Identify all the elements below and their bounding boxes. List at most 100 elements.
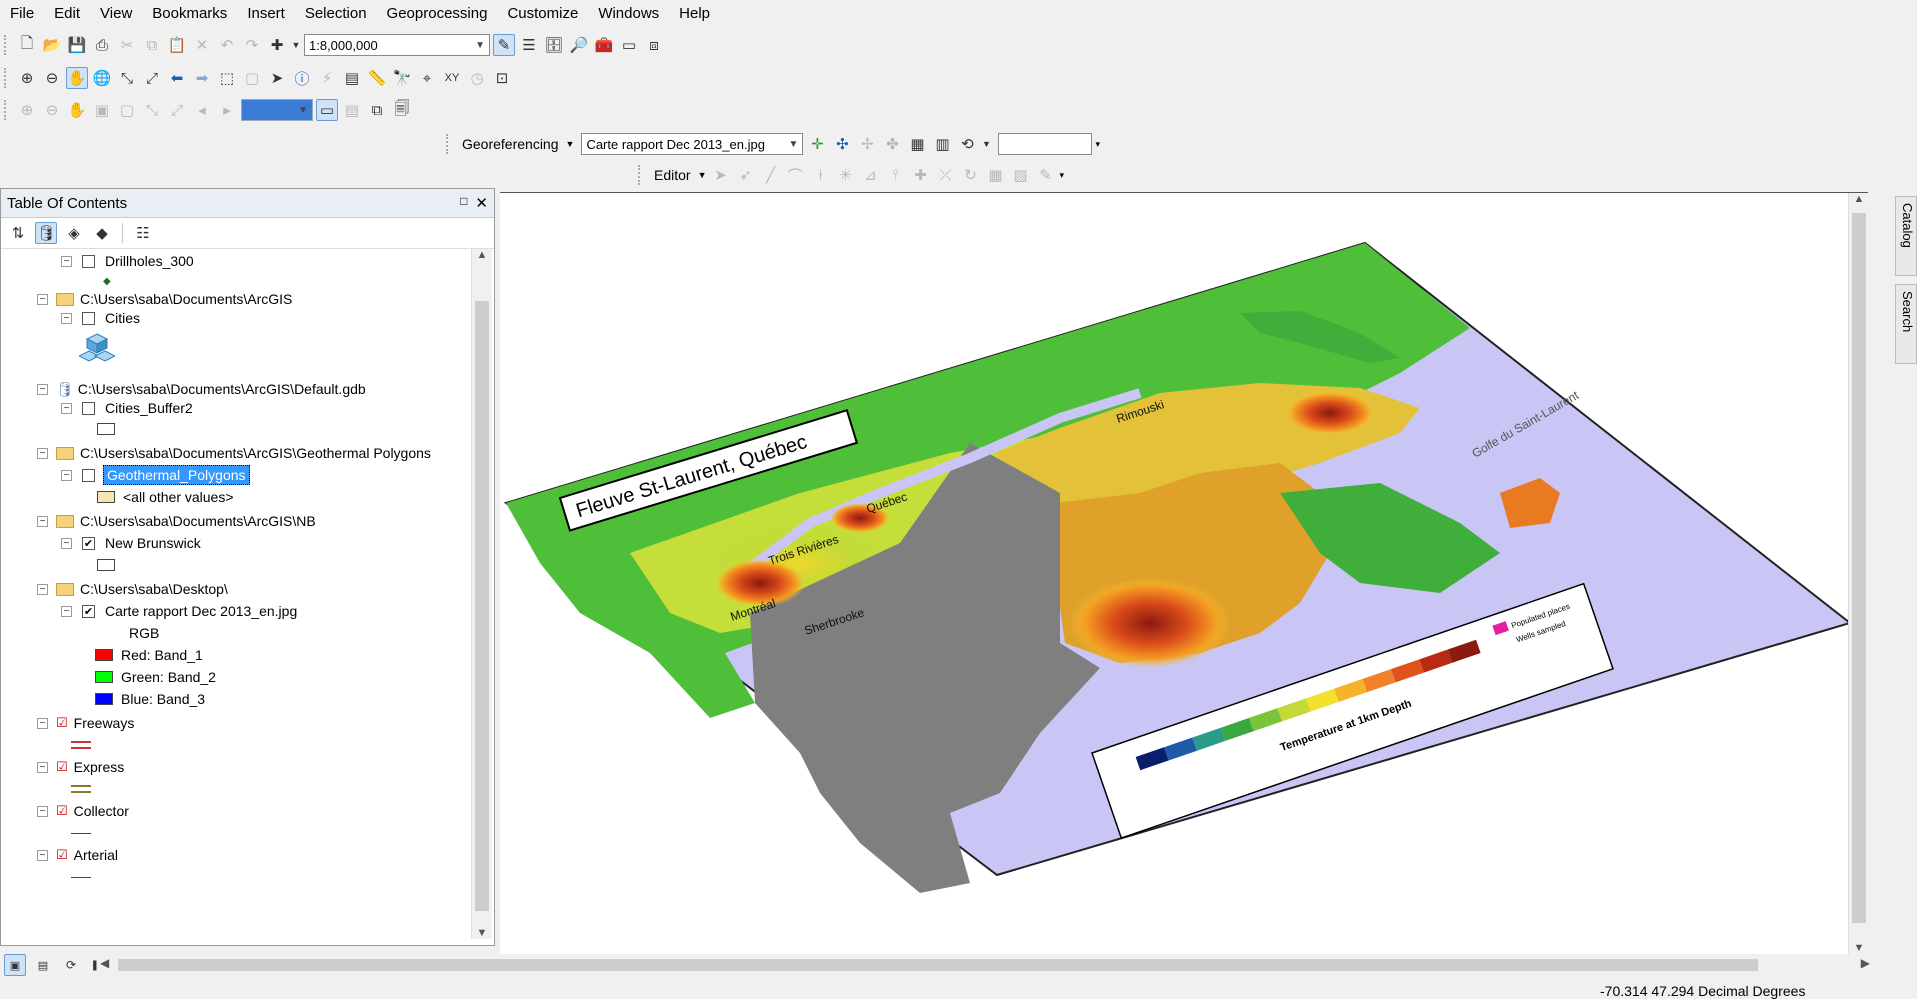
list-item[interactable]: − 🛢 C:\Users\saba\Documents\ArcGIS\Defau…: [37, 379, 366, 399]
html-popup-icon[interactable]: ▤: [341, 67, 363, 89]
redo-icon[interactable]: ↷: [241, 34, 263, 56]
data-view-icon[interactable]: ▣: [4, 954, 26, 976]
table-of-contents-icon[interactable]: ☰: [518, 34, 540, 56]
zoom-100-icon[interactable]: ▢: [116, 99, 138, 121]
list-by-selection-icon[interactable]: ◆: [91, 222, 113, 244]
map-scale-dropdown[interactable]: 1:8,000,000 ▼: [304, 34, 490, 56]
map-view[interactable]: Fleuve St-Laurent, Québec Rimouski Québe…: [500, 192, 1868, 954]
search-tab[interactable]: Search: [1895, 284, 1917, 364]
close-icon[interactable]: ✕: [475, 194, 488, 212]
data-driven-pages-icon[interactable]: 🗐: [391, 99, 413, 121]
edit-vertices-icon[interactable]: ⊿: [860, 164, 882, 186]
find-icon[interactable]: 🔭: [391, 67, 413, 89]
toc-vertical-scrollbar[interactable]: ▲ ▼: [471, 249, 492, 939]
split-icon[interactable]: ⤫: [935, 164, 957, 186]
trace-icon[interactable]: ⍿: [810, 164, 832, 186]
list-item[interactable]: − C:\Users\saba\Documents\ArcGIS: [37, 289, 292, 309]
layer-checkbox[interactable]: [82, 311, 95, 325]
arc-segment-icon[interactable]: ⌒: [785, 164, 807, 186]
menu-view[interactable]: View: [90, 0, 142, 28]
list-item[interactable]: − Cities: [61, 308, 140, 328]
collapse-icon[interactable]: −: [37, 515, 48, 527]
fixed-zoom-out-icon[interactable]: ⤢: [166, 99, 188, 121]
collapse-icon[interactable]: −: [37, 849, 48, 861]
list-item[interactable]: − Cities_Buffer2: [61, 398, 193, 418]
straight-segment-icon[interactable]: ╱: [760, 164, 782, 186]
python-window-icon[interactable]: ▭: [618, 34, 640, 56]
catalog-window-icon[interactable]: 🗄: [543, 34, 565, 56]
menu-insert[interactable]: Insert: [237, 0, 295, 28]
forward-arrow-icon[interactable]: ➡: [191, 67, 213, 89]
identify-icon[interactable]: ⓘ: [291, 67, 313, 89]
fixed-zoom-out-icon[interactable]: ⤢: [141, 67, 163, 89]
collapse-icon[interactable]: −: [37, 805, 48, 817]
layout-pan-icon[interactable]: ✋: [66, 99, 88, 121]
layout-zoom-out-icon[interactable]: ⊖: [41, 99, 63, 121]
collapse-icon[interactable]: −: [37, 761, 48, 773]
georef-layer-dropdown[interactable]: Carte rapport Dec 2013_en.jpg ▼: [581, 133, 804, 155]
select-elements-icon[interactable]: ➤: [266, 67, 288, 89]
collapse-icon[interactable]: −: [61, 537, 72, 549]
scroll-up-icon[interactable]: ▲: [472, 249, 492, 261]
editor-toolbar-icon[interactable]: ✎: [493, 34, 515, 56]
layer-checkbox[interactable]: [82, 254, 95, 268]
rotation-input[interactable]: [998, 133, 1093, 155]
map-horizontal-scrollbar[interactable]: ◀ ▶: [100, 956, 1870, 974]
next-extent-icon[interactable]: ▸: [216, 99, 238, 121]
toolbar-grip[interactable]: [4, 100, 10, 120]
toolbar-grip[interactable]: [4, 35, 10, 55]
editor-menu[interactable]: Editor: [650, 167, 695, 183]
list-item[interactable]: − Drillholes_300: [61, 251, 194, 271]
scroll-right-icon[interactable]: ▶: [1861, 956, 1870, 970]
list-item[interactable]: − ✔ Carte rapport Dec 2013_en.jpg: [61, 601, 297, 621]
open-folder-icon[interactable]: 📂: [41, 34, 63, 56]
search-window-icon[interactable]: 🔎: [568, 34, 590, 56]
map-vertical-scrollbar[interactable]: ▲ ▼: [1848, 193, 1868, 954]
viewer-window-icon[interactable]: ⊡: [491, 67, 513, 89]
zoom-whole-page-icon[interactable]: ▣: [91, 99, 113, 121]
list-item[interactable]: − C:\Users\saba\Documents\ArcGIS\Geother…: [37, 443, 431, 463]
layer-checkbox-checked[interactable]: ✔: [82, 536, 95, 550]
select-features-icon[interactable]: ⬚: [216, 67, 238, 89]
sketch-properties-icon[interactable]: ▧: [1010, 164, 1032, 186]
add-data-dropdown-icon[interactable]: ▼: [291, 34, 301, 56]
list-item[interactable]: − ☑ Freeways: [37, 713, 134, 733]
scroll-down-icon[interactable]: ▼: [472, 927, 492, 939]
collapse-icon[interactable]: −: [37, 447, 48, 459]
scroll-thumb[interactable]: [1852, 213, 1866, 923]
copy-icon[interactable]: ⧉: [141, 34, 163, 56]
collapse-icon[interactable]: −: [61, 469, 72, 481]
find-route-icon[interactable]: ⌖: [416, 67, 438, 89]
previous-extent-icon[interactable]: ◂: [191, 99, 213, 121]
add-data-icon[interactable]: ✚: [266, 34, 288, 56]
fixed-zoom-in-icon[interactable]: ⤡: [116, 67, 138, 89]
print-icon[interactable]: ⎙: [91, 34, 113, 56]
toolbar-grip[interactable]: [638, 165, 644, 185]
list-by-visibility-icon[interactable]: ◈: [63, 222, 85, 244]
scroll-down-icon[interactable]: ▼: [1849, 942, 1868, 954]
model-builder-icon[interactable]: ⧈: [643, 34, 665, 56]
toc-options-icon[interactable]: ☷: [132, 222, 154, 244]
menu-edit[interactable]: Edit: [44, 0, 90, 28]
time-slider-icon[interactable]: ◷: [466, 67, 488, 89]
undo-icon[interactable]: ↶: [216, 34, 238, 56]
rotate-dropdown-icon[interactable]: ▼: [981, 133, 991, 155]
toolbar-options-icon[interactable]: ▾: [1060, 170, 1065, 181]
list-by-drawing-order-icon[interactable]: ⇅: [7, 222, 29, 244]
layout-view-icon[interactable]: ▤: [32, 954, 54, 976]
list-item[interactable]: − ✔ New Brunswick: [61, 533, 201, 553]
list-item[interactable]: − Geothermal_Polygons: [61, 465, 250, 485]
cut-icon[interactable]: ✂: [116, 34, 138, 56]
new-document-icon[interactable]: 🗋: [16, 34, 38, 56]
auto-hide-icon[interactable]: □: [460, 194, 467, 212]
catalog-tab[interactable]: Catalog: [1895, 196, 1917, 276]
list-item[interactable]: − ☑ Collector: [37, 801, 129, 821]
edit-tool-icon[interactable]: ➤: [710, 164, 732, 186]
zoom-to-link-icon[interactable]: ✤: [881, 133, 903, 155]
clear-selection-icon[interactable]: ▢: [241, 67, 263, 89]
pan-icon[interactable]: ✋: [66, 67, 88, 89]
full-extent-icon[interactable]: 🌐: [91, 67, 113, 89]
add-control-points-icon[interactable]: ✛: [806, 133, 828, 155]
scroll-thumb[interactable]: [118, 959, 1758, 971]
zoom-out-icon[interactable]: ⊖: [41, 67, 63, 89]
